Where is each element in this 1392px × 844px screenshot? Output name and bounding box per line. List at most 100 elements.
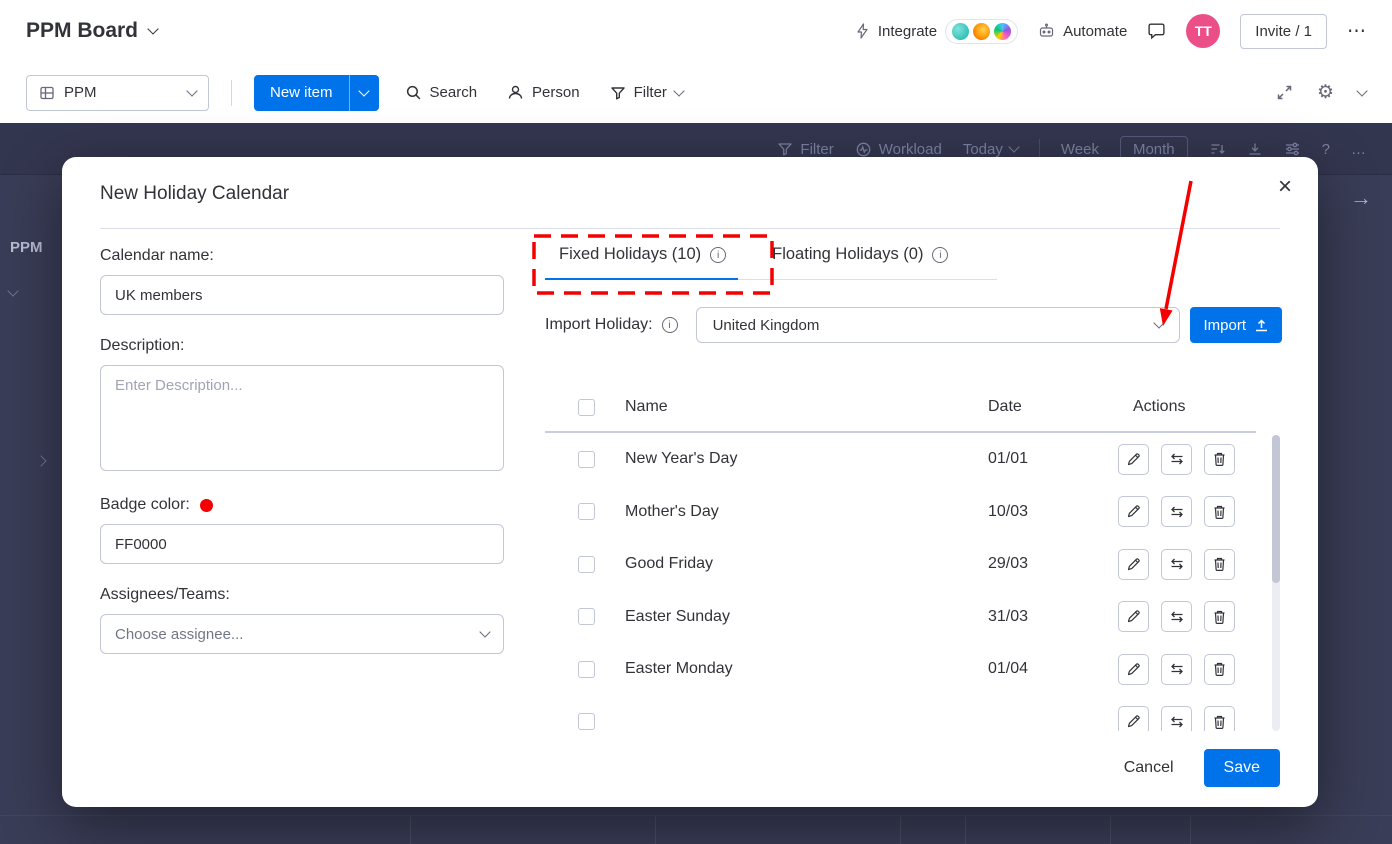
new-item-button[interactable]: New item [254, 75, 349, 111]
info-icon[interactable]: i [710, 247, 726, 263]
swap-button[interactable] [1161, 549, 1192, 580]
assignees-select[interactable]: Choose assignee... [100, 614, 504, 654]
row-checkbox[interactable] [578, 661, 595, 678]
save-button[interactable]: Save [1204, 749, 1280, 787]
bg-collapse-chevron-icon[interactable] [7, 285, 18, 296]
new-item-dropdown[interactable] [349, 75, 379, 111]
bg-settings-sliders-icon[interactable] [1284, 141, 1301, 157]
row-checkbox[interactable] [578, 503, 595, 520]
row-checkbox[interactable] [578, 556, 595, 573]
tab-floating-holidays[interactable]: Floating Holidays (0) i [772, 245, 948, 279]
bg-expand-chevron-icon[interactable] [35, 455, 46, 466]
modal-right-pane: Fixed Holidays (10) i Floating Holidays … [545, 245, 1282, 731]
integrate-button[interactable]: Integrate [855, 19, 1018, 44]
robot-icon [1038, 23, 1055, 39]
swap-button[interactable] [1161, 706, 1192, 731]
select-all-checkbox[interactable] [578, 399, 595, 416]
info-icon[interactable]: i [932, 247, 948, 263]
swap-button[interactable] [1161, 601, 1192, 632]
search-button[interactable]: Search [405, 84, 478, 101]
trash-icon [1212, 714, 1227, 730]
description-textarea[interactable] [100, 365, 504, 471]
delete-button[interactable] [1204, 444, 1235, 475]
bg-download-icon[interactable] [1247, 141, 1263, 157]
chat-button[interactable] [1147, 22, 1166, 40]
delete-button[interactable] [1204, 706, 1235, 731]
swap-button[interactable] [1161, 654, 1192, 685]
chevron-down-icon [673, 85, 684, 96]
import-button[interactable]: Import [1190, 307, 1282, 343]
swap-button[interactable] [1161, 496, 1192, 527]
country-select[interactable]: United Kingdom [696, 307, 1181, 343]
row-actions [1104, 706, 1256, 731]
filter-funnel-icon [777, 141, 793, 157]
new-holiday-calendar-modal: New Holiday Calendar × Calendar name: De… [62, 157, 1318, 807]
holiday-tabs: Fixed Holidays (10) i Floating Holidays … [545, 245, 997, 280]
info-icon[interactable]: i [662, 317, 678, 333]
page-title-text: PPM Board [26, 19, 138, 43]
row-checkbox[interactable] [578, 713, 595, 730]
bg-sort-icon[interactable] [1209, 141, 1226, 157]
bg-right-arrow[interactable]: → [1350, 185, 1372, 211]
import-holiday-row: Import Holiday: i United Kingdom Import [545, 307, 1282, 343]
scrollbar-thumb[interactable] [1272, 435, 1280, 583]
row-checkbox[interactable] [578, 451, 595, 468]
bg-filter-label: Filter [800, 141, 833, 158]
calendar-name-input[interactable] [100, 275, 504, 315]
delete-button[interactable] [1204, 654, 1235, 685]
trash-icon [1212, 661, 1227, 677]
fullscreen-icon[interactable] [1276, 84, 1293, 101]
person-filter-button[interactable]: Person [507, 84, 580, 101]
settings-gear-icon[interactable]: ⚙ [1317, 83, 1334, 102]
new-item-split-button: New item [254, 75, 379, 111]
holiday-name: Easter Monday [625, 660, 988, 678]
tab-fixed-holidays[interactable]: Fixed Holidays (10) i [559, 245, 726, 279]
bg-help-button[interactable]: ? [1322, 141, 1330, 158]
bg-week-button[interactable]: Week [1061, 141, 1099, 158]
tab-label: Fixed Holidays (10) [559, 245, 701, 264]
row-checkbox[interactable] [578, 608, 595, 625]
close-button[interactable]: × [1278, 175, 1292, 199]
assignees-label: Assignees/Teams: [100, 586, 504, 604]
badge-color-dot [200, 499, 213, 512]
invite-button[interactable]: Invite / 1 [1240, 14, 1327, 49]
board-view-select[interactable]: PPM [26, 75, 209, 111]
table-row: New Year's Day 01/01 [545, 433, 1256, 486]
col-name: Name [625, 398, 988, 416]
delete-button[interactable] [1204, 549, 1235, 580]
edit-button[interactable] [1118, 444, 1149, 475]
delete-button[interactable] [1204, 496, 1235, 527]
person-label: Person [532, 84, 580, 101]
col-date: Date [988, 398, 1104, 416]
bg-more-button[interactable]: … [1351, 141, 1366, 158]
edit-button[interactable] [1118, 706, 1149, 731]
delete-button[interactable] [1204, 601, 1235, 632]
board-toolbar: PPM New item Search Person Filter ⚙ [0, 62, 1392, 123]
badge-color-input[interactable] [100, 524, 504, 564]
filter-button[interactable]: Filter [610, 84, 683, 101]
cancel-button[interactable]: Cancel [1124, 759, 1174, 777]
more-menu-button[interactable]: ⋯ [1347, 20, 1366, 43]
bg-workload-button[interactable]: Workload [855, 141, 942, 158]
badge-color-label-text: Badge color: [100, 496, 190, 514]
table-scrollbar [1272, 435, 1280, 731]
collapse-chevron-icon[interactable] [1356, 85, 1367, 96]
bg-column-line [410, 816, 411, 844]
bg-filter-button[interactable]: Filter [777, 141, 833, 158]
edit-button[interactable] [1118, 496, 1149, 527]
edit-button[interactable] [1118, 549, 1149, 580]
edit-button[interactable] [1118, 601, 1149, 632]
trash-icon [1212, 609, 1227, 625]
header-actions: Integrate Automate TT Invite / 1 ⋯ [855, 14, 1366, 49]
swap-button[interactable] [1161, 444, 1192, 475]
page-title[interactable]: PPM Board [26, 19, 157, 43]
modal-title: New Holiday Calendar [100, 183, 289, 205]
divider [231, 80, 232, 106]
import-button-label: Import [1203, 317, 1246, 334]
avatar[interactable]: TT [1186, 14, 1220, 48]
automate-button[interactable]: Automate [1038, 23, 1127, 40]
bg-today-select[interactable]: Today [963, 141, 1018, 158]
bg-column-line [900, 816, 901, 844]
edit-button[interactable] [1118, 654, 1149, 685]
pencil-icon [1126, 452, 1141, 467]
